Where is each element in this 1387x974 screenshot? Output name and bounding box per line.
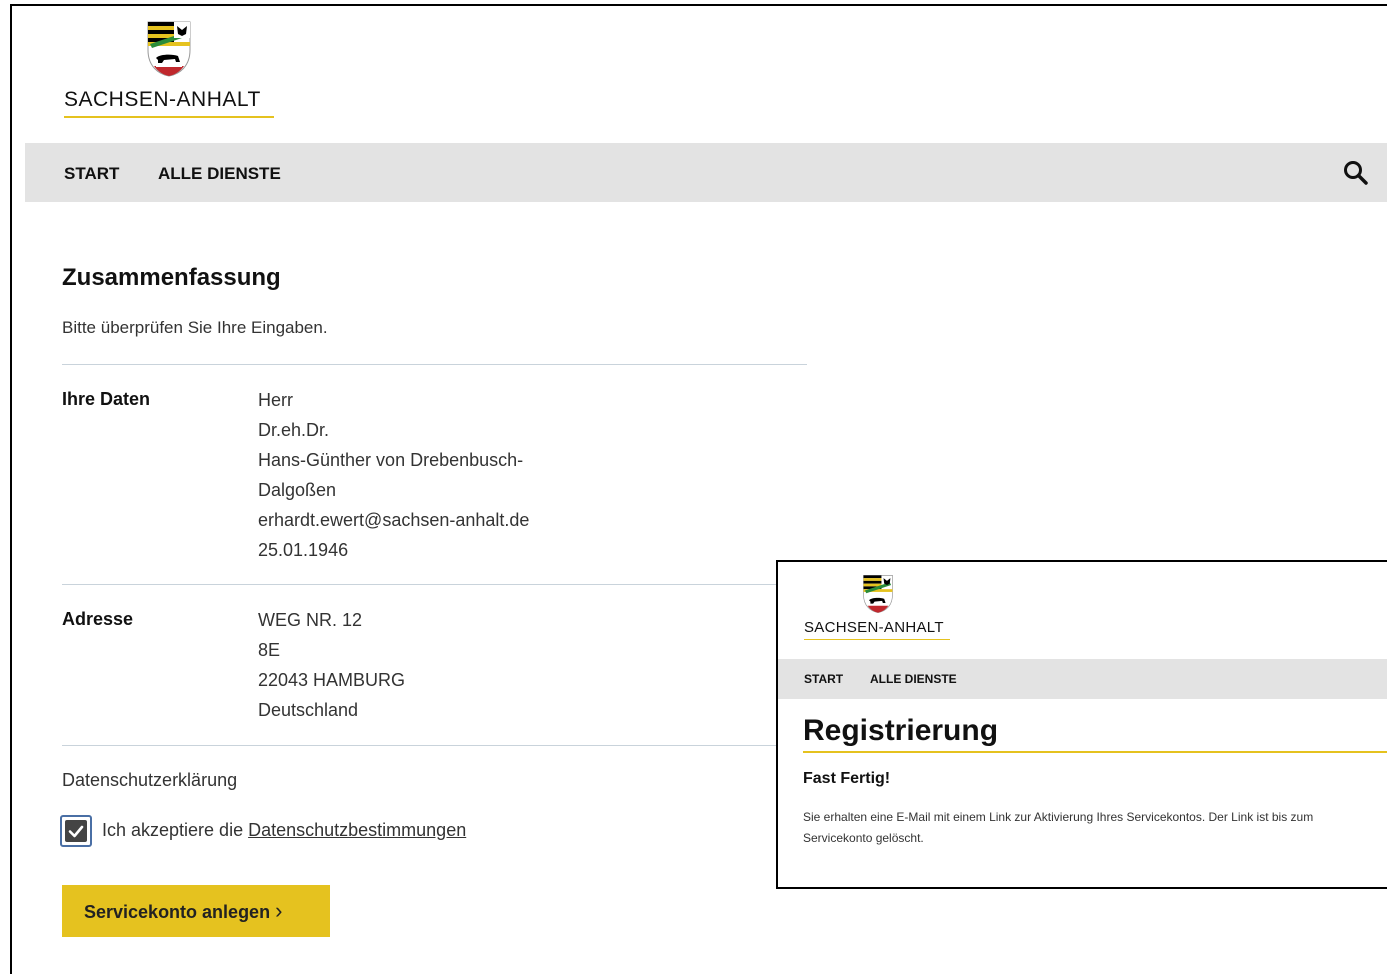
message-line-2: Servicekonto gelöscht. bbox=[803, 831, 924, 845]
divider bbox=[62, 584, 807, 585]
button-label: Servicekonto anlegen bbox=[84, 902, 271, 922]
nav-item-start[interactable]: START bbox=[64, 164, 119, 184]
registration-preview-window: SACHSEN-ANHALT START ALLE DIENSTE Regist… bbox=[776, 560, 1387, 889]
brand-name: SACHSEN-ANHALT bbox=[804, 619, 944, 636]
privacy-checkbox-label[interactable]: Ich akzeptiere die Datenschutzbestimmung… bbox=[102, 820, 466, 841]
brand-underline bbox=[64, 116, 274, 118]
coat-of-arms-icon bbox=[862, 574, 894, 619]
address-addition: 8E bbox=[258, 640, 281, 660]
address-values: WEG NR. 12 8E 22043 HAMBURG Deutschland bbox=[258, 605, 405, 725]
intro-text: Bitte überprüfen Sie Ihre Eingaben. bbox=[62, 318, 328, 337]
main-nav: START ALLE DIENSTE bbox=[25, 143, 1387, 202]
salutation: Herr bbox=[258, 390, 293, 410]
zip-city: 22043 HAMBURG bbox=[258, 670, 406, 690]
email: erhardt.ewert@sachsen-anhalt.de bbox=[258, 510, 530, 530]
create-service-account-button[interactable]: Servicekonto anlegen › bbox=[62, 885, 330, 937]
registration-title: Registrierung bbox=[803, 714, 999, 747]
brand-underline bbox=[804, 639, 950, 640]
registration-message: Sie erhalten eine E-Mail mit einem Link … bbox=[803, 807, 1387, 849]
personal-data-values: Herr Dr.eh.Dr. Hans-Günther von Drebenbu… bbox=[258, 385, 529, 565]
registration-subtitle: Fast Fertig! bbox=[803, 770, 891, 787]
country: Deutschland bbox=[258, 700, 359, 720]
checkmark-icon bbox=[65, 820, 87, 842]
nav-item-alle-dienste[interactable]: ALLE DIENSTE bbox=[870, 672, 957, 686]
message-line-1: Sie erhalten eine E-Mail mit einem Link … bbox=[803, 810, 1314, 824]
academic-title: Dr.eh.Dr. bbox=[258, 420, 330, 440]
chevron-right-icon: › bbox=[275, 898, 283, 923]
search-icon[interactable] bbox=[1343, 160, 1369, 191]
overlay-nav: START ALLE DIENSTE bbox=[778, 659, 1387, 699]
page-title: Zusammenfassung bbox=[62, 264, 281, 291]
name-line-2: Dalgoßen bbox=[258, 480, 337, 500]
title-underline bbox=[803, 751, 1387, 753]
section-label-address: Adresse bbox=[62, 609, 134, 629]
privacy-policy-link[interactable]: Datenschutzbestimmungen bbox=[248, 820, 466, 840]
birth-date: 25.01.1946 bbox=[258, 540, 349, 560]
street: WEG NR. 12 bbox=[258, 610, 363, 630]
nav-item-alle-dienste[interactable]: ALLE DIENSTE bbox=[158, 164, 281, 184]
section-label-personal: Ihre Daten bbox=[62, 389, 151, 409]
privacy-checkbox[interactable] bbox=[60, 815, 92, 847]
brand-name: SACHSEN-ANHALT bbox=[64, 88, 261, 111]
name-line-1: Hans-Günther von Drebenbusch- bbox=[258, 450, 524, 470]
checkbox-text: Ich akzeptiere die bbox=[102, 820, 249, 840]
privacy-title: Datenschutzerklärung bbox=[62, 770, 238, 790]
divider bbox=[62, 745, 807, 746]
coat-of-arms-icon bbox=[146, 20, 192, 83]
nav-item-start[interactable]: START bbox=[804, 672, 843, 686]
divider bbox=[62, 364, 807, 365]
